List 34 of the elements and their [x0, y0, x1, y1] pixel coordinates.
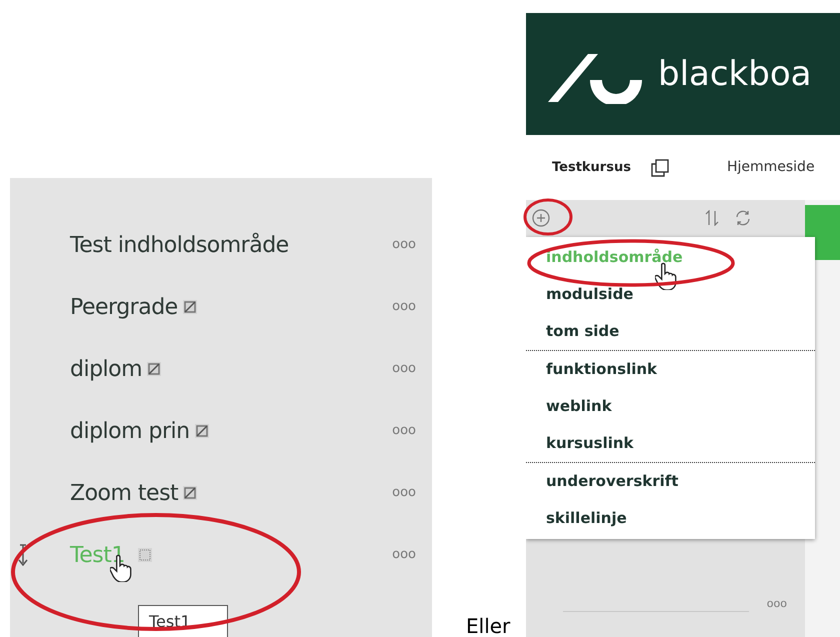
more-options-button[interactable]: ooo [392, 545, 416, 565]
menu-option[interactable]: tom side [546, 320, 620, 343]
menu-option[interactable]: underoverskrift [546, 470, 678, 493]
menu-item-label[interactable]: Test indholdsområde [70, 228, 289, 262]
course-title[interactable]: Testkursus [552, 158, 631, 178]
more-options-button[interactable]: ooo [392, 235, 416, 255]
more-options-button[interactable]: ooo [392, 359, 416, 379]
menu-option[interactable]: modulside [546, 283, 634, 306]
caption-text: Eller [466, 616, 510, 636]
dotted-square-icon [136, 547, 153, 563]
hidden-status-icon [194, 423, 210, 439]
more-options-button[interactable]: ooo [392, 297, 416, 317]
menu-item-label[interactable]: diplom prin [70, 414, 190, 448]
menu-option[interactable]: skillelinje [546, 507, 627, 530]
menu-item-label[interactable]: diplom [70, 352, 142, 386]
menu-item-label[interactable]: Zoom test [70, 476, 178, 510]
more-options-button[interactable]: ooo [392, 483, 416, 503]
hidden-status-icon [146, 361, 162, 377]
copy-icon[interactable] [650, 158, 669, 176]
add-icon[interactable] [532, 209, 550, 227]
menu-option[interactable]: kursuslink [546, 432, 634, 455]
brand-name: blackboa [658, 52, 812, 96]
nav-link[interactable]: Hjemmeside [726, 157, 815, 178]
menu-option[interactable]: funktionslink [546, 358, 658, 381]
sort-icon[interactable] [705, 210, 719, 226]
annotation-ellipse [523, 198, 573, 236]
menu-option[interactable]: weblink [546, 395, 612, 418]
hidden-status-icon [182, 299, 198, 315]
menu-item-label[interactable]: Peergrade [70, 290, 178, 324]
hidden-status-icon [182, 485, 198, 501]
drag-arrow-icon[interactable] [18, 544, 28, 566]
more-options-button[interactable]: ooo [392, 421, 416, 441]
refresh-icon[interactable] [735, 210, 751, 226]
hand-cursor-icon [655, 262, 677, 290]
